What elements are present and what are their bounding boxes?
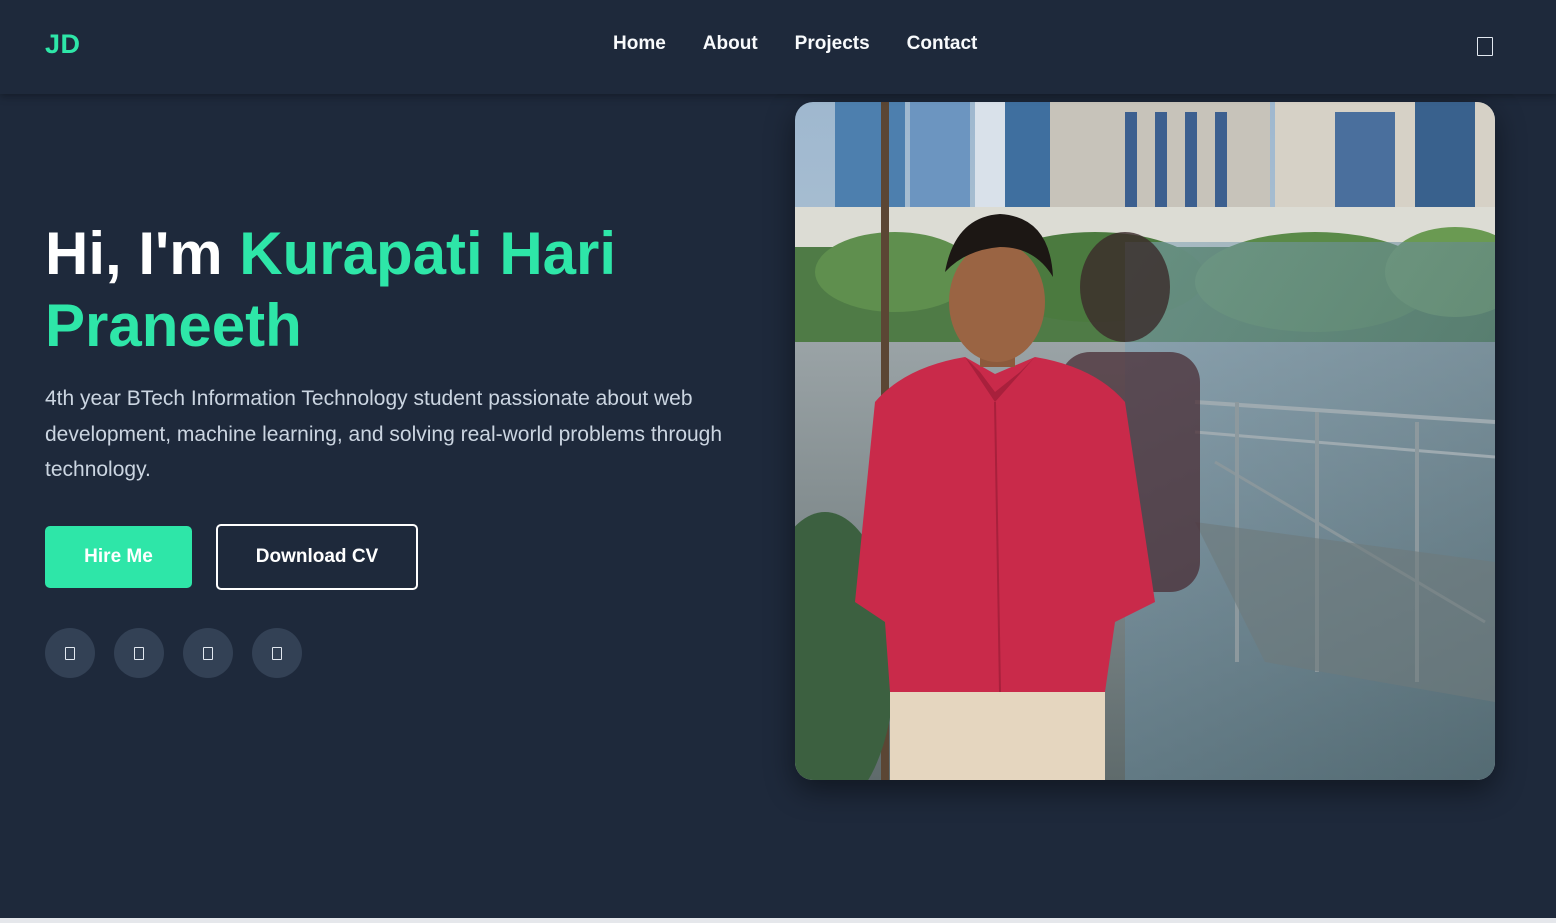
- page-bottom-border: [0, 918, 1556, 923]
- hero-name-line1: Kurapati Hari: [239, 220, 617, 287]
- hire-me-button[interactable]: Hire Me: [45, 526, 192, 588]
- social-link-linkedin[interactable]: [114, 628, 164, 678]
- theme-toggle-icon[interactable]: [1477, 37, 1493, 56]
- nav-link-about[interactable]: About: [703, 33, 758, 55]
- email-icon: [272, 646, 282, 660]
- social-link-github[interactable]: [45, 628, 95, 678]
- hero-description: 4th year BTech Information Technology st…: [45, 387, 723, 481]
- nav-link-home[interactable]: Home: [613, 33, 666, 55]
- github-icon: [65, 646, 75, 660]
- profile-photo: [795, 102, 1495, 780]
- navbar: JD Home About Projects Contact: [0, 0, 1556, 94]
- social-links: [45, 628, 302, 678]
- social-link-email[interactable]: [252, 628, 302, 678]
- nav-link-contact[interactable]: Contact: [907, 33, 978, 55]
- hero-greeting: Hi, I'm: [45, 220, 240, 287]
- social-link-twitter[interactable]: [183, 628, 233, 678]
- hero-title: Hi, I'm Kurapati Hari Praneeth: [45, 218, 745, 362]
- nav-links: Home About Projects Contact: [613, 33, 977, 55]
- hero-name-line2: Praneeth: [45, 292, 302, 359]
- twitter-icon: [203, 646, 213, 660]
- linkedin-icon: [134, 646, 144, 660]
- nav-link-projects[interactable]: Projects: [795, 33, 870, 55]
- download-cv-button[interactable]: Download CV: [216, 524, 418, 590]
- logo[interactable]: JD: [45, 29, 81, 60]
